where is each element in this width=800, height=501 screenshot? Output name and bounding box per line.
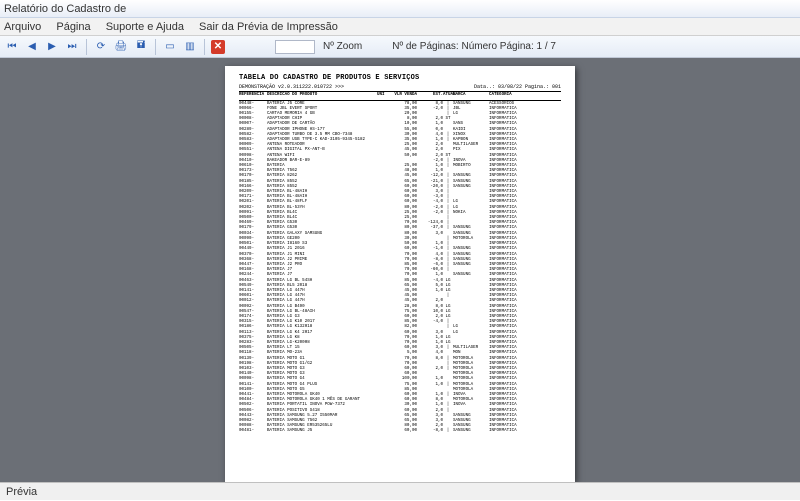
window-title: Relatório do Cadastro de [4, 3, 126, 15]
next-page-icon[interactable]: ▶ [44, 39, 60, 55]
col-uni: UNI [377, 93, 391, 98]
close-preview-icon[interactable]: ✕ [211, 40, 225, 54]
col-marca: MARCA [453, 93, 489, 98]
report-header-row: REFERENCIA DESCRICAO DO PRODUTO UNI VLR … [239, 93, 561, 100]
menubar: Arquivo Página Suporte e Ajuda Sair da P… [0, 18, 800, 36]
page-indicator: Nº de Páginas: Número Página: 1 / 7 [392, 41, 556, 52]
menu-sair[interactable]: Sair da Prévia de Impressão [199, 21, 338, 33]
toolbar: ⏮ ◀ ▶ ⏭ ⟳ 🖨 🖬 ▭ ▥ ✕ Nº Zoom Nº de Página… [0, 36, 800, 58]
save-icon[interactable]: 🖬 [133, 39, 149, 55]
report-page: TABELA DO CADASTRO DE PRODUTOS E SERVIÇO… [225, 66, 575, 482]
report-body: 00448-BATERIA J5 CORE78,008,0|SANSUNGACE… [239, 102, 561, 435]
col-est: EST. [417, 93, 443, 98]
last-page-icon[interactable]: ⏭ [64, 39, 80, 55]
toolbar-separator [86, 39, 87, 55]
export-icon[interactable]: ▥ [182, 39, 198, 55]
toolbar-separator [155, 39, 156, 55]
table-row: 00481-BATERIA SAMSUNG J560,00-8,0|SANSUN… [239, 429, 561, 434]
print-icon[interactable]: 🖨 [113, 39, 129, 55]
first-page-icon[interactable]: ⏮ [4, 39, 20, 55]
preview-workspace: TABELA DO CADASTRO DE PRODUTOS E SERVIÇO… [0, 58, 800, 482]
menu-suporte[interactable]: Suporte e Ajuda [106, 21, 184, 33]
col-atual: ATUAL [443, 93, 453, 98]
report-subtitle-left: DEMONSTRAÇÃO v2.0.311222.010722 >>> [239, 85, 344, 90]
zoom-label: Nº Zoom [323, 41, 362, 52]
report-subtitle-right: Data..: 03/08/22 Pagina.: 001 [474, 85, 561, 90]
prev-page-icon[interactable]: ◀ [24, 39, 40, 55]
window-titlebar: Relatório do Cadastro de [0, 0, 800, 18]
col-vlr: VLR VENDA [391, 93, 417, 98]
page-setup-icon[interactable]: ▭ [162, 39, 178, 55]
report-title: TABELA DO CADASTRO DE PRODUTOS E SERVIÇO… [239, 76, 561, 81]
menu-pagina[interactable]: Página [56, 21, 90, 33]
statusbar: Prévia [0, 482, 800, 500]
zoom-input[interactable] [275, 40, 315, 54]
status-text: Prévia [6, 486, 37, 498]
toolbar-separator [204, 39, 205, 55]
col-desc: DESCRICAO DO PRODUTO [267, 93, 377, 98]
col-cat: CATEGORIA [489, 93, 533, 98]
col-ref: REFERENCIA [239, 93, 267, 98]
menu-arquivo[interactable]: Arquivo [4, 21, 41, 33]
refresh-icon[interactable]: ⟳ [93, 39, 109, 55]
